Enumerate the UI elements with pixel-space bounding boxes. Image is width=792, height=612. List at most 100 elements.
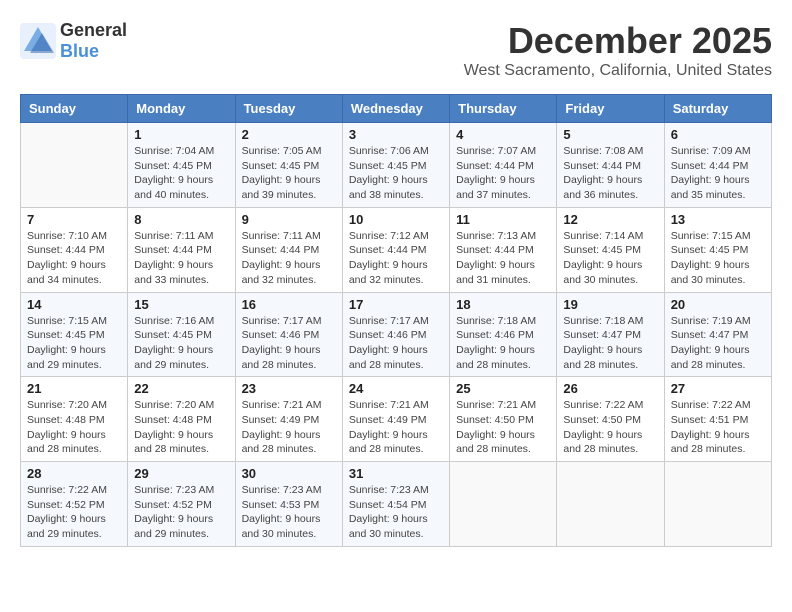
- day-info: Sunrise: 7:18 AM Sunset: 4:47 PM Dayligh…: [563, 314, 657, 373]
- logo-general: General: [60, 20, 127, 40]
- day-cell: 1Sunrise: 7:04 AM Sunset: 4:45 PM Daylig…: [128, 123, 235, 208]
- day-info: Sunrise: 7:22 AM Sunset: 4:52 PM Dayligh…: [27, 483, 121, 542]
- day-cell: 6 Sunrise: 7:09 AM Sunset: 4:44 PM Daylig…: [664, 123, 771, 208]
- day-cell: 2 Sunrise: 7:05 AM Sunset: 4:45 PM Daylig…: [235, 123, 342, 208]
- day-number: 14: [27, 297, 121, 312]
- day-info: Sunrise: 7:17 AM Sunset: 4:46 PM Dayligh…: [349, 314, 443, 373]
- day-cell: 15Sunrise: 7:16 AM Sunset: 4:45 PM Dayli…: [128, 292, 235, 377]
- day-number: 12: [563, 212, 657, 227]
- day-cell: 18 Sunrise: 7:18 AM Sunset: 4:46 PM Dayli…: [450, 292, 557, 377]
- header: General Blue December 2025 West Sacramen…: [20, 20, 772, 90]
- day-info: Sunrise: 7:21 AM Sunset: 4:49 PM Dayligh…: [349, 398, 443, 457]
- day-info: Sunrise: 7:06 AM Sunset: 4:45 PM Dayligh…: [349, 144, 443, 203]
- day-number: 21: [27, 381, 121, 396]
- day-info: Sunrise: 7:19 AM Sunset: 4:47 PM Dayligh…: [671, 314, 765, 373]
- day-cell: 20 Sunrise: 7:19 AM Sunset: 4:47 PM Dayli…: [664, 292, 771, 377]
- day-number: 11: [456, 212, 550, 227]
- day-cell: 14 Sunrise: 7:15 AM Sunset: 4:45 PM Dayli…: [21, 292, 128, 377]
- logo-icon: [20, 23, 56, 59]
- day-cell: [557, 462, 664, 547]
- day-cell: 13 Sunrise: 7:15 AM Sunset: 4:45 PM Dayli…: [664, 207, 771, 292]
- day-number: 25: [456, 381, 550, 396]
- day-info: Sunrise: 7:05 AM Sunset: 4:45 PM Dayligh…: [242, 144, 336, 203]
- day-info: Sunrise: 7:10 AM Sunset: 4:44 PM Dayligh…: [27, 229, 121, 288]
- day-cell: 11 Sunrise: 7:13 AM Sunset: 4:44 PM Dayli…: [450, 207, 557, 292]
- page-container: General Blue December 2025 West Sacramen…: [20, 20, 772, 547]
- day-cell: [450, 462, 557, 547]
- col-header-sunday: Sunday: [21, 95, 128, 123]
- day-cell: 26 Sunrise: 7:22 AM Sunset: 4:50 PM Dayli…: [557, 377, 664, 462]
- day-info: Sunrise: 7:15 AM Sunset: 4:45 PM Dayligh…: [27, 314, 121, 373]
- day-info: Sunrise: 7:22 AM Sunset: 4:50 PM Dayligh…: [563, 398, 657, 457]
- col-header-tuesday: Tuesday: [235, 95, 342, 123]
- day-info: Sunrise: 7:20 AM Sunset: 4:48 PM Dayligh…: [27, 398, 121, 457]
- day-info: Sunrise: 7:18 AM Sunset: 4:46 PM Dayligh…: [456, 314, 550, 373]
- day-info: Sunrise: 7:21 AM Sunset: 4:49 PM Dayligh…: [242, 398, 336, 457]
- day-number: 5: [563, 127, 657, 142]
- day-info: Sunrise: 7:13 AM Sunset: 4:44 PM Dayligh…: [456, 229, 550, 288]
- day-cell: 23 Sunrise: 7:21 AM Sunset: 4:49 PM Dayli…: [235, 377, 342, 462]
- day-number: 26: [563, 381, 657, 396]
- day-cell: 22Sunrise: 7:20 AM Sunset: 4:48 PM Dayli…: [128, 377, 235, 462]
- day-number: 7: [27, 212, 121, 227]
- day-cell: [664, 462, 771, 547]
- day-cell: 4Sunrise: 7:07 AM Sunset: 4:44 PM Daylig…: [450, 123, 557, 208]
- day-cell: 27 Sunrise: 7:22 AM Sunset: 4:51 PM Dayli…: [664, 377, 771, 462]
- day-number: 2: [242, 127, 336, 142]
- day-number: 9: [242, 212, 336, 227]
- day-info: Sunrise: 7:15 AM Sunset: 4:45 PM Dayligh…: [671, 229, 765, 288]
- day-cell: 5 Sunrise: 7:08 AM Sunset: 4:44 PM Daylig…: [557, 123, 664, 208]
- day-cell: 8Sunrise: 7:11 AM Sunset: 4:44 PM Daylig…: [128, 207, 235, 292]
- week-row-5: 28Sunrise: 7:22 AM Sunset: 4:52 PM Dayli…: [21, 462, 772, 547]
- day-number: 20: [671, 297, 765, 312]
- day-number: 31: [349, 466, 443, 481]
- day-info: Sunrise: 7:23 AM Sunset: 4:53 PM Dayligh…: [242, 483, 336, 542]
- day-info: Sunrise: 7:20 AM Sunset: 4:48 PM Dayligh…: [134, 398, 228, 457]
- week-row-1: 1Sunrise: 7:04 AM Sunset: 4:45 PM Daylig…: [21, 123, 772, 208]
- day-number: 6: [671, 127, 765, 142]
- day-info: Sunrise: 7:17 AM Sunset: 4:46 PM Dayligh…: [242, 314, 336, 373]
- col-header-thursday: Thursday: [450, 95, 557, 123]
- day-number: 19: [563, 297, 657, 312]
- day-cell: 30 Sunrise: 7:23 AM Sunset: 4:53 PM Dayli…: [235, 462, 342, 547]
- day-number: 17: [349, 297, 443, 312]
- col-header-friday: Friday: [557, 95, 664, 123]
- day-cell: 24 Sunrise: 7:21 AM Sunset: 4:49 PM Dayli…: [342, 377, 449, 462]
- day-cell: 29Sunrise: 7:23 AM Sunset: 4:52 PM Dayli…: [128, 462, 235, 547]
- day-info: Sunrise: 7:22 AM Sunset: 4:51 PM Dayligh…: [671, 398, 765, 457]
- col-header-monday: Monday: [128, 95, 235, 123]
- day-info: Sunrise: 7:23 AM Sunset: 4:54 PM Dayligh…: [349, 483, 443, 542]
- day-number: 29: [134, 466, 228, 481]
- day-info: Sunrise: 7:14 AM Sunset: 4:45 PM Dayligh…: [563, 229, 657, 288]
- day-cell: 19 Sunrise: 7:18 AM Sunset: 4:47 PM Dayli…: [557, 292, 664, 377]
- day-info: Sunrise: 7:04 AM Sunset: 4:45 PM Dayligh…: [134, 144, 228, 203]
- day-info: Sunrise: 7:08 AM Sunset: 4:44 PM Dayligh…: [563, 144, 657, 203]
- day-cell: 28Sunrise: 7:22 AM Sunset: 4:52 PM Dayli…: [21, 462, 128, 547]
- day-cell: 12 Sunrise: 7:14 AM Sunset: 4:45 PM Dayli…: [557, 207, 664, 292]
- logo-text: General Blue: [60, 20, 127, 62]
- logo-blue: Blue: [60, 41, 99, 61]
- day-number: 23: [242, 381, 336, 396]
- calendar-table: SundayMondayTuesdayWednesdayThursdayFrid…: [20, 94, 772, 547]
- day-info: Sunrise: 7:12 AM Sunset: 4:44 PM Dayligh…: [349, 229, 443, 288]
- day-cell: 21 Sunrise: 7:20 AM Sunset: 4:48 PM Dayli…: [21, 377, 128, 462]
- day-number: 18: [456, 297, 550, 312]
- day-cell: 31 Sunrise: 7:23 AM Sunset: 4:54 PM Dayli…: [342, 462, 449, 547]
- day-info: Sunrise: 7:09 AM Sunset: 4:44 PM Dayligh…: [671, 144, 765, 203]
- day-number: 10: [349, 212, 443, 227]
- week-row-2: 7 Sunrise: 7:10 AM Sunset: 4:44 PM Daylig…: [21, 207, 772, 292]
- day-cell: 25Sunrise: 7:21 AM Sunset: 4:50 PM Dayli…: [450, 377, 557, 462]
- day-number: 27: [671, 381, 765, 396]
- day-cell: 16Sunrise: 7:17 AM Sunset: 4:46 PM Dayli…: [235, 292, 342, 377]
- day-info: Sunrise: 7:07 AM Sunset: 4:44 PM Dayligh…: [456, 144, 550, 203]
- day-number: 30: [242, 466, 336, 481]
- week-row-3: 14 Sunrise: 7:15 AM Sunset: 4:45 PM Dayli…: [21, 292, 772, 377]
- day-info: Sunrise: 7:11 AM Sunset: 4:44 PM Dayligh…: [134, 229, 228, 288]
- day-number: 13: [671, 212, 765, 227]
- day-info: Sunrise: 7:16 AM Sunset: 4:45 PM Dayligh…: [134, 314, 228, 373]
- day-number: 3: [349, 127, 443, 142]
- col-header-saturday: Saturday: [664, 95, 771, 123]
- day-number: 24: [349, 381, 443, 396]
- title-area: December 2025 West Sacramento, Californi…: [464, 20, 772, 90]
- day-cell: 17 Sunrise: 7:17 AM Sunset: 4:46 PM Dayli…: [342, 292, 449, 377]
